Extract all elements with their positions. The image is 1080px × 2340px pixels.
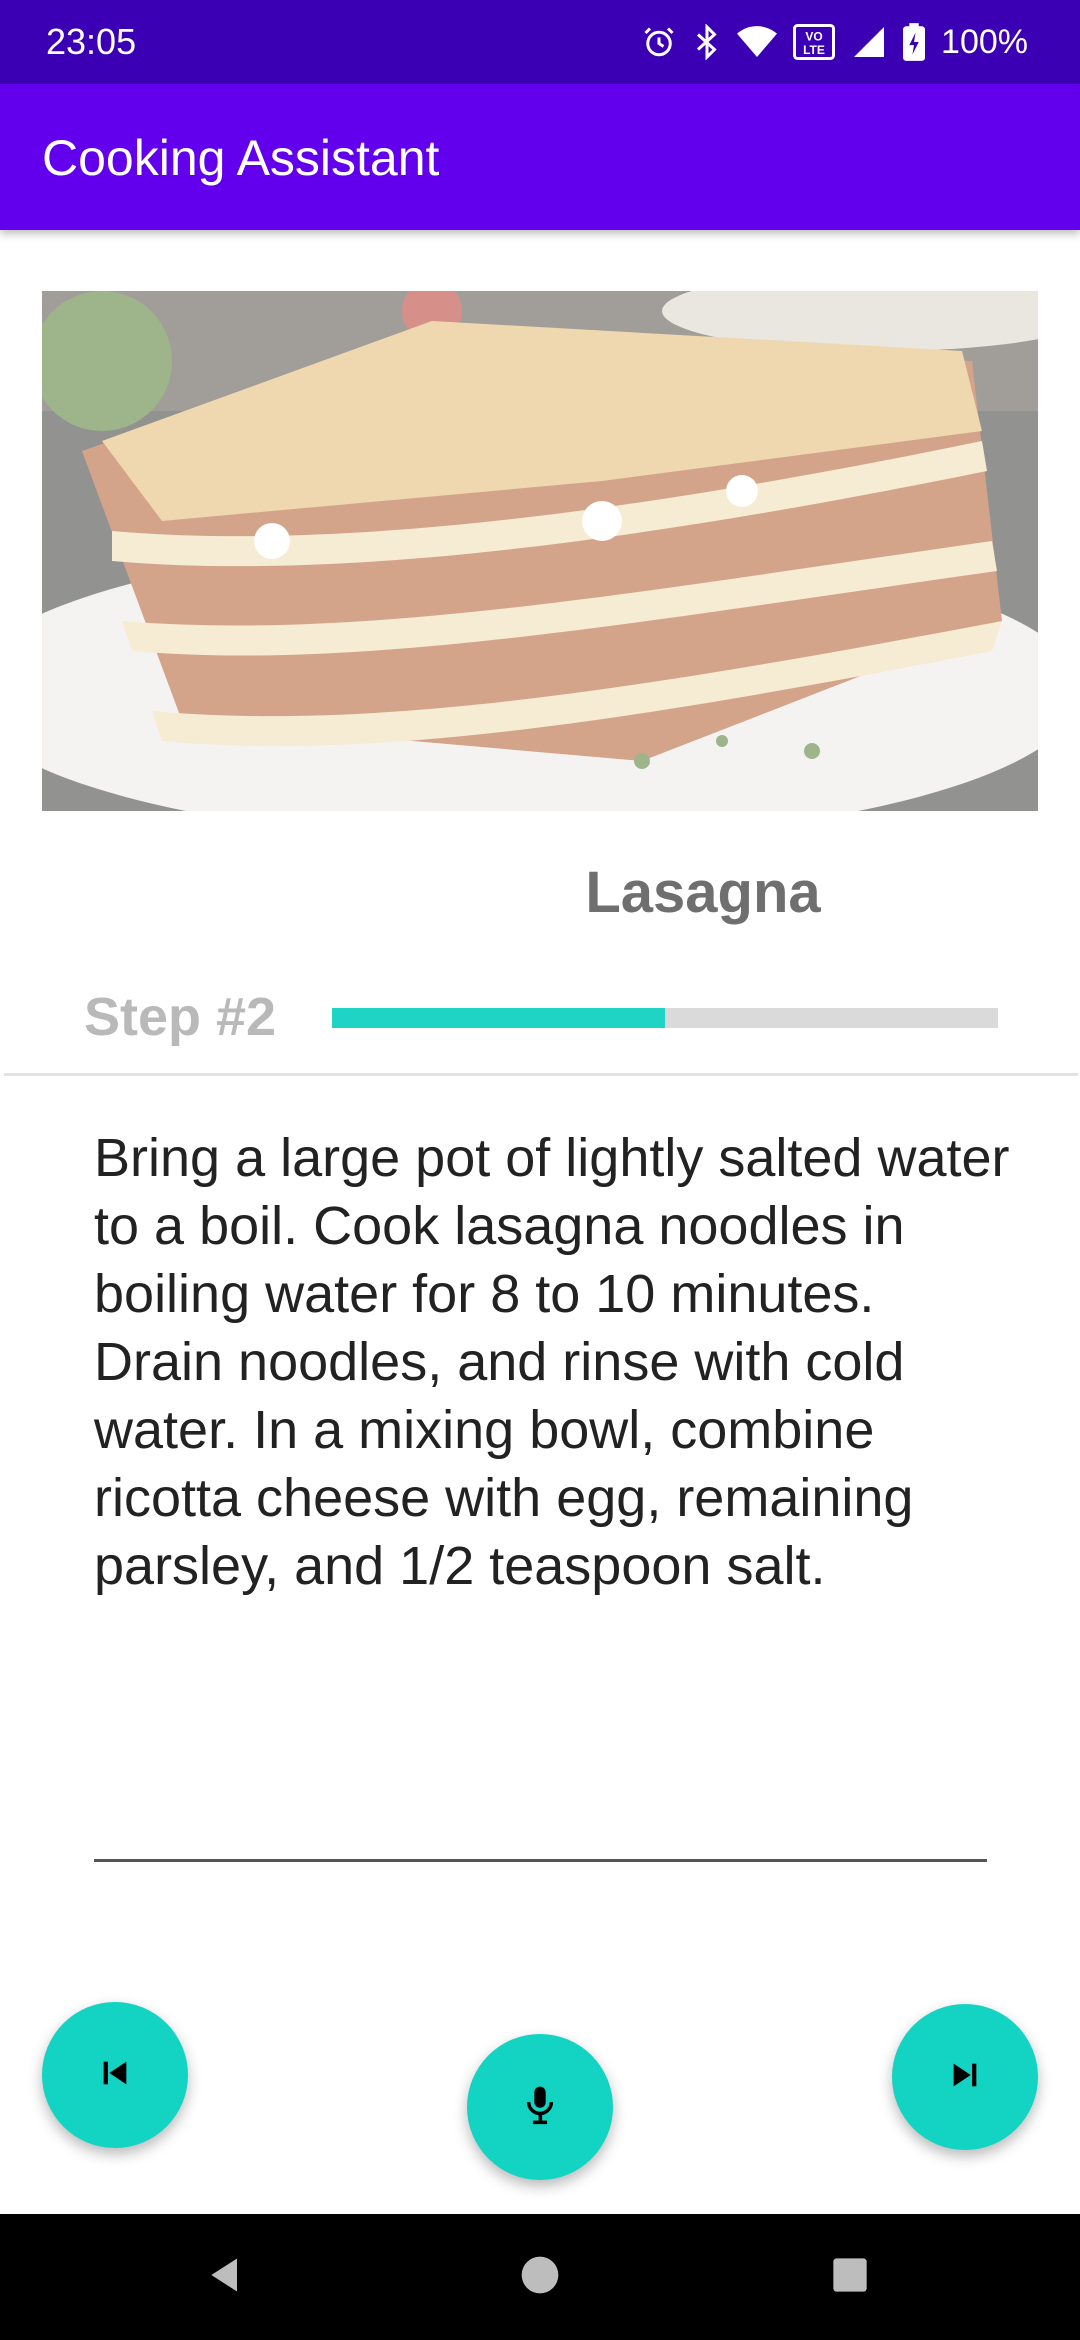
app-bar: Cooking Assistant: [0, 84, 1080, 230]
back-icon: [204, 2253, 248, 2302]
step-progress-bar: [332, 1008, 998, 1028]
divider: [4, 1073, 1078, 1076]
step-label: Step #2: [84, 987, 277, 1047]
cell-signal-icon: [851, 24, 887, 60]
microphone-button[interactable]: [467, 2034, 613, 2180]
status-icons: VO LTE 100%: [641, 18, 1028, 66]
home-button[interactable]: [480, 2214, 600, 2340]
previous-step-button[interactable]: [42, 2002, 188, 2148]
instruction-underline: [94, 1859, 987, 1862]
app-title: Cooking Assistant: [42, 130, 440, 186]
microphone-icon: [523, 2083, 557, 2132]
system-nav-bar: [0, 2214, 1080, 2340]
status-bar: 23:05 VO LTE 100%: [0, 0, 1080, 84]
recents-button[interactable]: [790, 2214, 910, 2340]
recipe-title: Lasagna: [585, 860, 821, 925]
svg-text:LTE: LTE: [803, 43, 825, 57]
home-icon: [520, 2255, 560, 2300]
wifi-icon: [737, 24, 778, 60]
back-button[interactable]: [166, 2214, 286, 2340]
status-time: 23:05: [46, 21, 137, 62]
skip-previous-icon: [98, 2056, 132, 2095]
battery-icon: [903, 23, 926, 61]
alarm-icon: [641, 24, 677, 60]
recipe-image: [42, 291, 1038, 811]
volte-icon: VO LTE: [793, 24, 836, 60]
next-step-button[interactable]: [892, 2004, 1038, 2150]
recents-icon: [830, 2255, 870, 2300]
battery-percent: 100%: [941, 22, 1028, 61]
bluetooth-icon: [693, 24, 721, 60]
svg-text:VO: VO: [805, 30, 822, 44]
skip-next-icon: [948, 2058, 982, 2097]
step-progress-fill: [332, 1008, 665, 1028]
instruction-text: Bring a large pot of lightly salted wate…: [94, 1128, 1010, 1596]
